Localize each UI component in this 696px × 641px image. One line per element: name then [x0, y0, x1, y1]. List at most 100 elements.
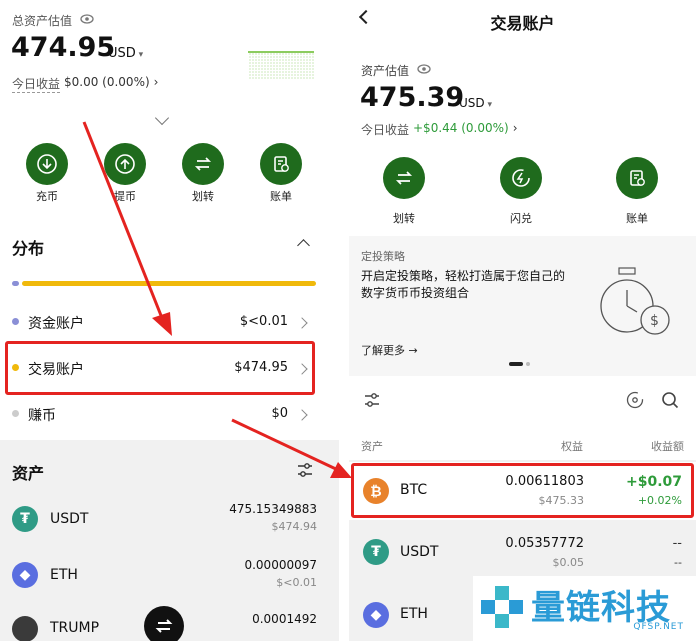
withdraw-label: 提币 — [114, 190, 136, 203]
carousel-dot-active — [509, 362, 523, 366]
banner-tag: 定投策略 — [361, 250, 405, 263]
right-screen: 交易账户 资产估值 475.39 USD ▾ 今日收益 +$0.44 (0.00… — [349, 0, 696, 641]
asset-value-label: 资产估值 — [361, 64, 410, 78]
legend-dot — [12, 410, 19, 417]
flash-swap-label: 闪兑 — [510, 212, 532, 225]
holding-pnl-pct: -- — [674, 556, 682, 569]
col-pnl: 收益额 — [651, 440, 684, 453]
holding-row-usdt[interactable]: ₮ USDT 0.05357772 $0.05 -- -- — [349, 525, 696, 581]
total-asset-label: 总资产估值 — [12, 14, 73, 28]
today-pnl-text: +$0.44 (0.00%) — [413, 121, 509, 135]
stopwatch-coin-icon: $ — [600, 267, 670, 335]
asset-row-usdt[interactable]: ₮ USDT 475.15349883 $474.94 — [0, 498, 339, 548]
currency-selector[interactable]: USD ▾ — [108, 46, 143, 61]
banner-text-2: 数字货币币投资组合 — [361, 286, 470, 300]
screen-divider — [339, 0, 349, 641]
bill-button[interactable] — [260, 143, 302, 185]
bill-label: 账单 — [270, 190, 292, 203]
currency-label: USD — [459, 96, 485, 110]
deposit-icon — [37, 154, 57, 174]
left-screen: 总资产估值 474.95 USD ▾ 今日收益 $0.00 (0.00%) › 充… — [0, 0, 339, 641]
filter-icon[interactable] — [363, 392, 381, 408]
total-asset-amount: 474.95 — [11, 32, 116, 63]
watermark-logo: 量链科技 QFSP.NET — [473, 576, 696, 641]
expand-chevron-icon[interactable] — [154, 110, 170, 126]
bill-button[interactable] — [616, 157, 658, 199]
asset-usd: $474.94 — [271, 520, 318, 533]
deposit-label: 充币 — [36, 190, 58, 203]
carousel-dot — [526, 362, 530, 366]
learn-more-text: 了解更多 — [361, 344, 405, 357]
chevron-right-icon — [296, 409, 308, 421]
currency-selector[interactable]: USD ▾ — [459, 96, 492, 110]
search-icon[interactable] — [660, 390, 680, 410]
refresh-icon[interactable] — [625, 390, 645, 410]
asset-symbol: ETH — [50, 567, 78, 583]
withdraw-button[interactable] — [104, 143, 146, 185]
flash-swap-button[interactable] — [500, 157, 542, 199]
learn-more-link[interactable]: 了解更多 → — [361, 342, 418, 358]
transfer-icon — [395, 171, 413, 185]
holding-usd: $0.05 — [552, 556, 585, 569]
transfer-label: 划转 — [192, 190, 214, 203]
asset-usd: $<0.01 — [276, 576, 317, 589]
page-title: 交易账户 — [490, 14, 555, 33]
bill-icon — [274, 156, 289, 172]
transfer-button[interactable] — [383, 157, 425, 199]
account-label: 资金账户 — [28, 316, 84, 332]
holding-amount: 0.05357772 — [505, 536, 584, 551]
today-pnl-text: $0.00 (0.00%) — [64, 75, 150, 89]
today-pnl-label: 今日收益 — [361, 123, 410, 137]
today-pnl-label: 今日收益 — [12, 77, 61, 93]
distribution-title: 分布 — [12, 239, 45, 258]
asset-row-eth[interactable]: ◆ ETH 0.00000097 $<0.01 — [0, 554, 339, 604]
today-pnl-value[interactable]: $0.00 (0.00%) › — [64, 75, 158, 89]
holding-symbol: ETH — [400, 606, 428, 622]
eye-icon[interactable] — [417, 63, 431, 75]
bill-label: 账单 — [626, 212, 648, 225]
col-equity: 权益 — [561, 440, 583, 453]
watermark-emblem-icon — [481, 586, 523, 628]
highlight-box-btc — [351, 463, 694, 518]
assets-section: 资产 ₮ USDT 475.15349883 $474.94 ◆ ETH 0.0… — [0, 440, 339, 641]
transfer-button[interactable] — [182, 143, 224, 185]
collapse-chevron-icon[interactable] — [297, 239, 310, 252]
highlight-box-trading — [5, 341, 315, 395]
distribution-bar-trading — [22, 281, 316, 286]
usdt-icon: ₮ — [363, 539, 389, 565]
trade-fab-button[interactable] — [144, 606, 184, 641]
asset-amount: 475.15349883 — [229, 502, 317, 516]
assets-title: 资产 — [12, 464, 45, 483]
transfer-label: 划转 — [393, 212, 415, 225]
withdraw-icon — [115, 154, 135, 174]
asset-symbol: TRUMP — [50, 620, 100, 636]
deposit-button[interactable] — [26, 143, 68, 185]
col-asset: 资产 — [361, 440, 383, 453]
transfer-icon — [194, 157, 212, 171]
account-value: $0 — [271, 406, 288, 421]
funding-account-row[interactable]: 资金账户 $<0.01 — [0, 303, 339, 341]
holding-symbol: USDT — [400, 544, 439, 560]
holding-pnl: -- — [672, 536, 682, 551]
bill-icon — [630, 170, 645, 186]
flash-swap-icon — [512, 169, 530, 187]
sparkline-chart — [248, 51, 314, 80]
account-label: 赚币 — [28, 408, 56, 424]
banner-text-1: 开启定投策略，轻松打造属于您自己的 — [361, 269, 566, 283]
today-pnl-value[interactable]: +$0.44 (0.00%) › — [413, 121, 518, 135]
distribution-bar-funding — [12, 281, 19, 286]
currency-label: USD — [108, 46, 136, 61]
trump-icon — [12, 616, 38, 641]
eye-icon[interactable] — [80, 13, 94, 25]
earn-row[interactable]: 赚币 $0 — [0, 395, 339, 433]
eth-icon: ◆ — [363, 602, 389, 628]
asset-amount: 0.0001492 — [252, 612, 317, 626]
strategy-banner[interactable]: 定投策略 开启定投策略，轻松打造属于您自己的 数字货币币投资组合 了解更多 → … — [349, 236, 696, 376]
asset-amount: 0.00000097 — [244, 558, 317, 572]
asset-symbol: USDT — [50, 511, 89, 527]
filter-icon[interactable] — [296, 462, 314, 478]
swap-icon — [155, 619, 173, 633]
watermark-sub: QFSP.NET — [633, 622, 684, 632]
usdt-icon: ₮ — [12, 506, 38, 532]
account-value: $<0.01 — [239, 314, 288, 329]
